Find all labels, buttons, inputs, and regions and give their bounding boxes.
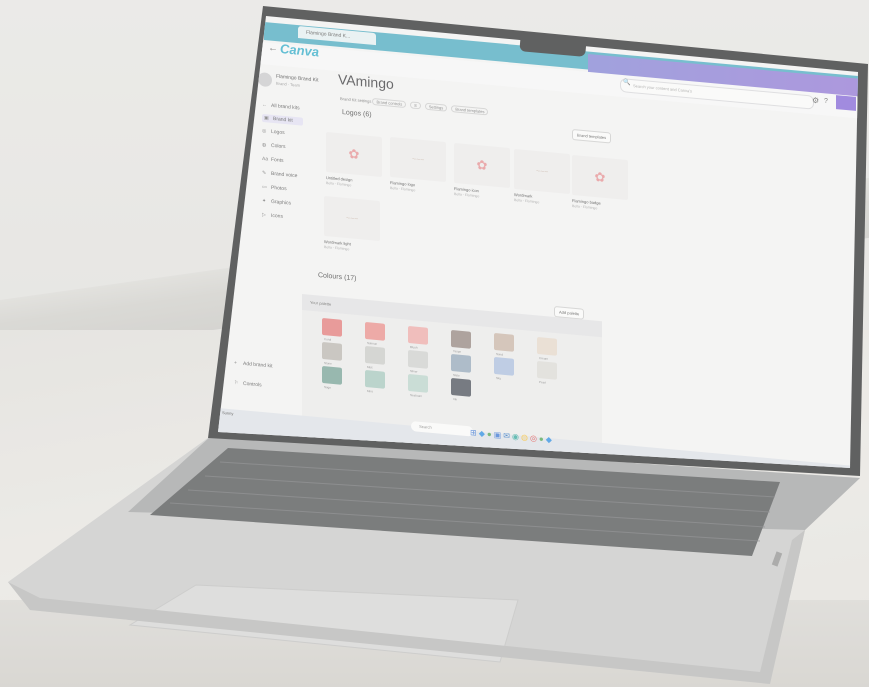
share-button[interactable] xyxy=(836,95,856,111)
swatch-label: Sage xyxy=(324,385,332,390)
palette-icon: ◍ xyxy=(262,142,267,149)
color-swatch[interactable] xyxy=(408,349,428,369)
sidebar-item-brand-voice[interactable]: ✎ Brand voice xyxy=(262,170,297,179)
account-switcher[interactable]: Flamingo Brand Kit Brand · Team xyxy=(258,68,332,101)
play-icon: ▷ xyxy=(262,212,266,219)
chip-count[interactable]: 8 xyxy=(410,101,421,110)
logo-thumbnail: ~~~ xyxy=(324,196,380,242)
logo-card[interactable]: ✿ Flamingo icon Bella - Flamingo xyxy=(454,143,510,206)
plus-icon: + xyxy=(234,360,237,367)
color-swatch[interactable] xyxy=(537,361,557,381)
pencil-icon: ✎ xyxy=(262,170,267,177)
color-swatch[interactable] xyxy=(408,325,428,345)
mail-icon[interactable]: ✉ xyxy=(503,431,512,441)
swatch-label: Coral xyxy=(324,337,332,342)
swatch-label: Blush xyxy=(410,344,418,350)
avatar xyxy=(258,72,272,88)
explorer-icon[interactable]: ▣ xyxy=(494,430,504,440)
wordmark-icon: ~~~ xyxy=(411,155,425,164)
sidebar-item-logos[interactable]: ◎ Logos xyxy=(262,128,285,136)
color-swatch[interactable] xyxy=(365,345,385,365)
swatch-label: Mist xyxy=(367,364,373,370)
search-icon: 🔍 xyxy=(623,79,631,87)
swatch-label: Mint xyxy=(367,388,373,394)
logo-icon: ◎ xyxy=(262,128,267,135)
color-swatch[interactable] xyxy=(451,377,471,397)
colors-section-title: Colours (17) xyxy=(318,272,357,283)
logo-thumbnail: ✿ xyxy=(572,155,628,201)
logo-thumbnail: ~~~ xyxy=(514,149,570,195)
font-icon: Aa xyxy=(262,156,269,163)
sidebar-item-photos[interactable]: ▭ Photos xyxy=(262,184,287,192)
color-swatch[interactable] xyxy=(494,357,514,377)
add-brand-kit-button[interactable]: + Add brand kit xyxy=(234,360,272,370)
app-icon[interactable]: ● xyxy=(539,434,546,444)
canva-app: Flamingo Brand K... ← Canva Search your … xyxy=(218,16,858,468)
brand-kit-icon: ▣ xyxy=(264,115,269,122)
color-swatch[interactable] xyxy=(322,342,342,361)
swatch-label: Slate xyxy=(453,372,460,378)
app-icon[interactable]: ◍ xyxy=(521,433,530,443)
weather-widget[interactable]: Sunny xyxy=(222,410,233,416)
flamingo-icon: ✿ xyxy=(476,157,488,174)
color-swatch[interactable] xyxy=(408,373,428,393)
color-swatch[interactable] xyxy=(365,369,385,389)
laptop-screen: Flamingo Brand K... ← Canva Search your … xyxy=(218,16,858,468)
logo-card[interactable]: ~~~ Wordmark Bella - Flamingo xyxy=(514,149,570,212)
sidebar-item-controls[interactable]: ⚐ Controls xyxy=(234,380,262,389)
logo-card[interactable]: ✿ Untitled design Bella - Flamingo xyxy=(326,132,382,195)
chip-settings[interactable]: Settings xyxy=(424,102,448,112)
swatch-label: Salmon xyxy=(367,340,378,346)
gear-icon[interactable]: ⚙ xyxy=(812,96,819,105)
swatch-label: Silver xyxy=(410,368,418,374)
flamingo-icon: ✿ xyxy=(348,146,360,163)
color-swatch[interactable] xyxy=(494,333,514,353)
app-icon[interactable]: ◉ xyxy=(512,432,521,442)
color-swatch[interactable] xyxy=(537,337,557,357)
logo-thumbnail: ✿ xyxy=(454,143,510,189)
sidebar-item-icons[interactable]: ▷ Icons xyxy=(262,212,283,220)
account-subtitle: Brand · Team xyxy=(276,80,300,88)
sidebar-item-graphics[interactable]: ✦ Graphics xyxy=(262,198,291,207)
swatch-label: Seafoam xyxy=(410,392,423,398)
logo-card[interactable]: ~~~ Wordmark light Bella - Flamingo xyxy=(324,196,380,259)
color-swatch[interactable] xyxy=(451,329,471,349)
app-icon[interactable]: ● xyxy=(487,430,494,440)
flamingo-icon: ✿ xyxy=(594,169,606,186)
wordmark-icon: ~~~ xyxy=(535,167,549,176)
logo-card[interactable]: ~~~ Flamingo logo Bella - Flamingo xyxy=(390,137,446,200)
app-icon[interactable]: ◎ xyxy=(530,433,539,443)
logo-thumbnail: ✿ xyxy=(326,132,382,178)
logo-thumbnail: ~~~ xyxy=(390,137,446,183)
swatch-label: Stone xyxy=(324,361,332,366)
chip-brand-controls[interactable]: Brand controls xyxy=(372,97,407,109)
windows-start-icon[interactable]: ⊞ xyxy=(470,428,479,438)
color-swatch[interactable] xyxy=(365,321,385,341)
wordmark-icon: ~~~ xyxy=(345,214,359,223)
sidebar-item-colors[interactable]: ◍ Colors xyxy=(262,142,285,150)
logo-card[interactable]: ✿ Flamingo badge Bella - Flamingo xyxy=(572,155,628,218)
logos-action-button[interactable]: Brand templates xyxy=(572,129,612,144)
help-icon[interactable]: ? xyxy=(824,98,828,105)
chip-brand-templates[interactable]: Brand templates xyxy=(451,105,489,116)
swatch-label: Taupe xyxy=(453,348,462,354)
swatch-label: Ink xyxy=(453,396,458,401)
color-swatch[interactable] xyxy=(451,353,471,373)
back-arrow-icon[interactable]: ← xyxy=(268,43,278,55)
sidebar-item-all-brand-kits[interactable]: ← All brand kits xyxy=(262,102,300,111)
sidebar-item-brand-kit[interactable]: ▣ Brand kit xyxy=(262,114,303,126)
app-icon[interactable]: ◆ xyxy=(546,435,554,445)
color-swatch[interactable] xyxy=(322,366,342,385)
logos-section-title: Logos (6) xyxy=(342,109,372,119)
photo-icon: ▭ xyxy=(262,184,267,191)
back-arrow-icon: ← xyxy=(262,102,267,109)
sidebar-item-fonts[interactable]: Aa Fonts xyxy=(262,156,284,164)
flag-icon: ⚐ xyxy=(234,380,239,387)
graphics-icon: ✦ xyxy=(262,198,267,205)
edge-icon[interactable]: ◆ xyxy=(479,429,487,439)
color-swatch[interactable] xyxy=(322,318,342,337)
